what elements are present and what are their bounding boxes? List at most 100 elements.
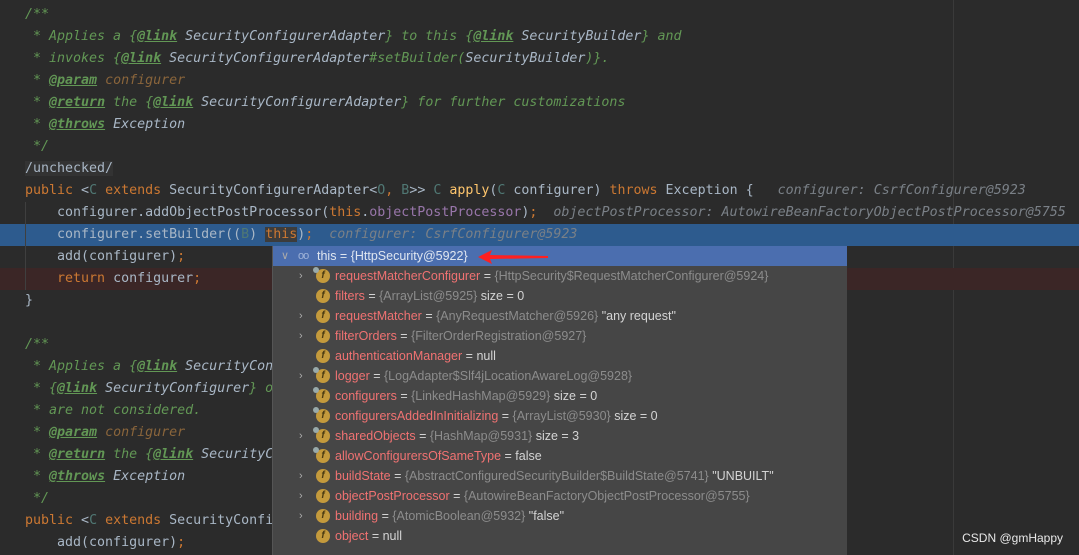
code-token: SecurityBuilder [465, 51, 586, 66]
code-token: )}. [585, 51, 610, 66]
code-line[interactable]: */ [0, 136, 1079, 158]
object-id: {HashMap@5931} [429, 429, 533, 443]
code-token: add(configurer) [25, 535, 178, 550]
code-token: objectPostProcessor [369, 205, 522, 220]
chevron-down-icon[interactable]: ∨ [281, 246, 289, 266]
code-line[interactable]: * @return the {@link SecurityConfigurerA… [0, 92, 1079, 114]
variable-row-requestMatcher[interactable]: › f requestMatcher = {AnyRequestMatcher@59… [273, 306, 847, 326]
code-token: * [25, 95, 50, 110]
code-token: @link [137, 29, 178, 44]
code-token: SecurityConfigurerAdapter [161, 51, 370, 66]
variable-row-authenticationManager[interactable]: f authenticationManager = null [273, 346, 847, 366]
object-id: {ArrayList@5930} [512, 409, 611, 423]
code-token: configurer [113, 271, 194, 286]
code-token: @link [57, 381, 98, 396]
equals-sign: = [378, 509, 393, 523]
code-line[interactable]: * @param configurer [0, 70, 1079, 92]
code-token: @return [49, 447, 106, 462]
variable-row-object[interactable]: f object = null [273, 526, 847, 546]
code-token: /** [25, 337, 50, 352]
code-token: } to this { [385, 29, 474, 44]
code-token: ; [177, 535, 186, 550]
code-token: * invokes { [25, 51, 122, 66]
variable-row-filters[interactable]: f filters = {ArrayList@5925} size = 0 [273, 286, 847, 306]
chevron-right-icon[interactable]: › [299, 326, 303, 346]
code-token: public [25, 513, 82, 528]
field-modifier-icon [313, 447, 319, 453]
variable-name: object [335, 529, 369, 543]
code-token: Exception { [665, 183, 754, 198]
equals-sign: = [390, 469, 405, 483]
popup-header-this[interactable]: ∨ oo this = {HttpSecurity@5922} [273, 246, 847, 266]
code-line[interactable]: configurer.addObjectPostProcessor(this.o… [0, 202, 1079, 224]
variable-value: size = 0 [611, 409, 658, 423]
code-line[interactable]: public <C extends SecurityConfigurerAdap… [0, 180, 1079, 202]
debug-variable-popup[interactable]: ∨ oo this = {HttpSecurity@5922} › f reques… [272, 246, 847, 555]
code-token: * are not considered. [25, 403, 202, 418]
code-token: @link [473, 29, 514, 44]
variable-row-requestMatcherConfigurer[interactable]: › f requestMatcherConfigurer = {HttpSecuri… [273, 266, 847, 286]
chevron-right-icon[interactable]: › [299, 506, 303, 526]
chevron-right-icon[interactable]: › [299, 486, 303, 506]
code-line-current[interactable]: configurer.setBuilder((B) this); configu… [0, 224, 1079, 246]
code-token: configurer [97, 73, 186, 88]
code-token: the { [105, 95, 154, 110]
field-modifier-icon [313, 387, 319, 393]
variable-row-allowConfigurersOfSameType[interactable]: f allowConfigurersOfSameType = false [273, 446, 847, 466]
variable-row-buildState[interactable]: › f buildState = {AbstractConfiguredSecuri… [273, 466, 847, 486]
code-token: Exception [105, 117, 186, 132]
code-token: the { [105, 447, 154, 462]
variable-row-logger[interactable]: › f logger = {LogAdapter$Slf4jLocationAwar… [273, 366, 847, 386]
variable-value: "false" [525, 509, 564, 523]
code-token: @link [153, 447, 194, 462]
code-token: Exception [105, 469, 186, 484]
variable-row-objectPostProcessor[interactable]: › f objectPostProcessor = {AutowireBeanFac… [273, 486, 847, 506]
field-modifier-icon [313, 267, 319, 273]
chevron-right-icon[interactable]: › [299, 466, 303, 486]
code-line[interactable]: /unchecked/ [0, 158, 1079, 180]
field-icon: f [316, 329, 330, 343]
value-text: size = 0 [614, 409, 658, 423]
variable-row-configurers[interactable]: f configurers = {LinkedHashMap@5929} size… [273, 386, 847, 406]
code-token: #setBuilder( [369, 51, 466, 66]
code-token: @throws [49, 469, 106, 484]
code-token: throws [609, 183, 666, 198]
chevron-right-icon[interactable]: › [299, 266, 303, 286]
code-line[interactable]: /** [0, 4, 1079, 26]
code-token: >> [409, 183, 434, 198]
code-line[interactable]: * @throws Exception [0, 114, 1079, 136]
variable-value: size = 0 [477, 289, 524, 303]
code-token: SecurityC [193, 447, 274, 462]
chevron-right-icon[interactable]: › [299, 426, 303, 446]
equals-sign: = [501, 449, 516, 463]
field-modifier-icon [313, 407, 319, 413]
code-line[interactable]: * invokes {@link SecurityConfigurerAdapt… [0, 48, 1079, 70]
red-annotation-arrow [478, 250, 548, 264]
code-token: configurer) [513, 183, 610, 198]
code-line[interactable]: * Applies a {@link SecurityConfigurerAda… [0, 26, 1079, 48]
variable-name: requestMatcher [335, 309, 422, 323]
field-icon: f [316, 349, 330, 363]
equals-sign: = [396, 329, 412, 343]
code-token: * [25, 469, 50, 484]
variable-row-building[interactable]: › f building = {AtomicBoolean@5932} "false… [273, 506, 847, 526]
variable-row-filterOrders[interactable]: › f filterOrders = {FilterOrderRegistratio… [273, 326, 847, 346]
variable-name: objectPostProcessor [335, 489, 450, 503]
indent-guide [25, 202, 26, 290]
equals-sign: = [462, 349, 477, 363]
code-token: * { [25, 381, 58, 396]
code-token: @param [49, 425, 98, 440]
variable-row-configurersAddedInInitializing[interactable]: f configurersAddedInInitializing = {Array… [273, 406, 847, 426]
equals-sign: = [421, 309, 437, 323]
field-icon: f [316, 469, 330, 483]
value-text: null [382, 529, 403, 543]
chevron-right-icon[interactable]: › [299, 306, 303, 326]
code-token: SecurityCon [177, 359, 274, 374]
code-token: , [385, 183, 402, 198]
code-token: configurer [97, 425, 186, 440]
chevron-right-icon[interactable]: › [299, 366, 303, 386]
field-icon: f [316, 529, 330, 543]
variable-row-sharedObjects[interactable]: › f sharedObjects = {HashMap@5931} size = … [273, 426, 847, 446]
variable-name: allowConfigurersOfSameType [335, 449, 502, 463]
